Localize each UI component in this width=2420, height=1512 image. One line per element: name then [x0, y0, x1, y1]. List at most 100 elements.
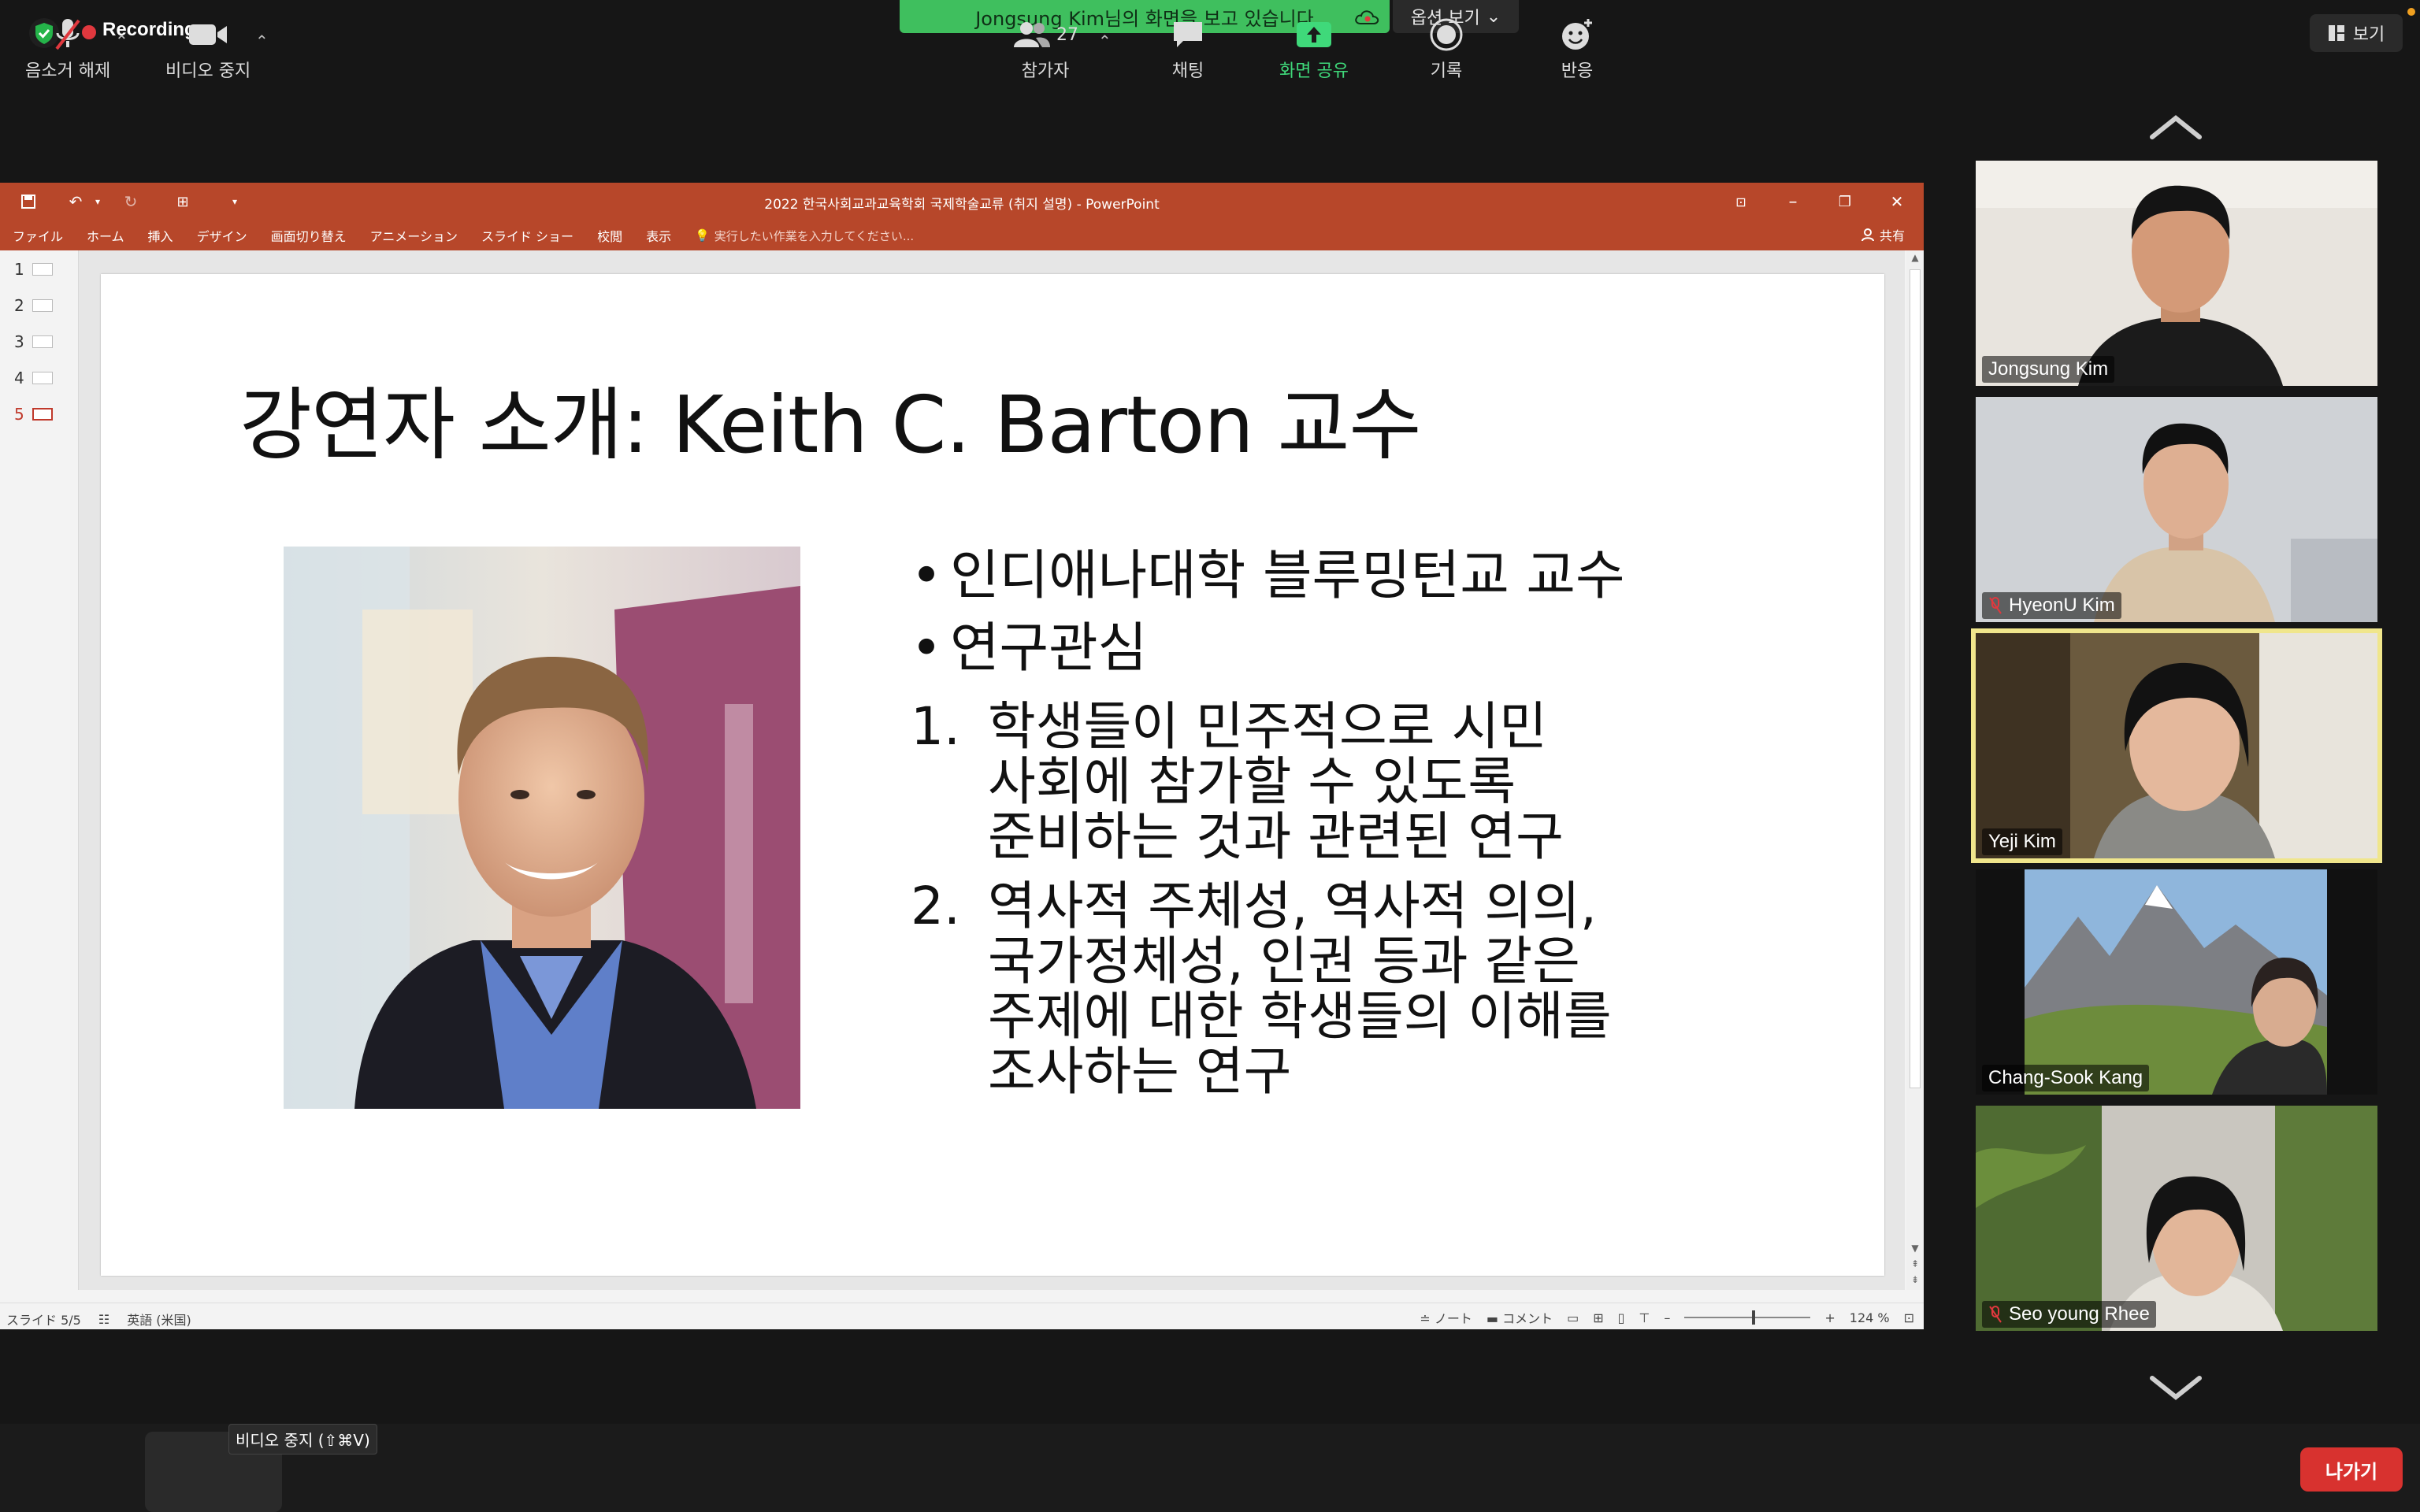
- vertical-scrollbar[interactable]: ▲ ▼ ⇞ ⇟: [1906, 250, 1924, 1290]
- normal-view-icon[interactable]: ▭: [1567, 1310, 1579, 1325]
- reading-view-icon[interactable]: ▯: [1618, 1310, 1625, 1325]
- tab-slideshow[interactable]: スライド ショー: [481, 226, 573, 245]
- participant-tile-active-speaker[interactable]: Yeji Kim: [1971, 628, 2382, 863]
- tab-animations[interactable]: アニメーション: [370, 226, 458, 245]
- gallery-down-chevron-icon[interactable]: [2147, 1372, 2204, 1403]
- audio-options-chevron-icon[interactable]: ⌃: [115, 32, 128, 50]
- notification-dot: [2407, 8, 2415, 16]
- language-indicator[interactable]: 英語 (米国): [127, 1310, 191, 1329]
- slide-preview: [32, 372, 53, 384]
- tab-design[interactable]: デザイン: [197, 226, 247, 245]
- participant-tile[interactable]: Jongsung Kim: [1976, 161, 2377, 386]
- restore-icon[interactable]: ❐: [1826, 189, 1864, 214]
- participant-tile[interactable]: HyeonU Kim: [1976, 397, 2377, 622]
- slide-thumbnail[interactable]: 3: [14, 331, 61, 353]
- speaker-portrait-photo: [284, 547, 800, 1109]
- ppt-status-bar: スライド 5/5 ☷ 英語 (米国) ≐ ノート ▬ コメント ▭ ⊞ ▯ ⊤ …: [0, 1303, 1924, 1329]
- participant-name: Jongsung Kim: [1988, 358, 2109, 380]
- slideshow-view-icon[interactable]: ⊤: [1639, 1310, 1650, 1325]
- tell-me-search[interactable]: 💡 実行したい作業を入力してください...: [695, 228, 914, 244]
- spellcheck-icon[interactable]: ☷: [98, 1312, 109, 1327]
- scrollbar-thumb[interactable]: [1910, 269, 1921, 1088]
- reactions-button[interactable]: 반응: [1555, 17, 1599, 82]
- participant-name-tag: Yeji Kim: [1982, 828, 2062, 855]
- notes-icon: ≐: [1420, 1311, 1435, 1326]
- view-layout-button[interactable]: 보기: [2310, 14, 2403, 52]
- microphone-muted-icon: [55, 19, 80, 50]
- zoom-out-icon[interactable]: –: [1664, 1310, 1670, 1325]
- ppt-ribbon: ファイル ホーム 挿入 デザイン 画面切り替え アニメーション スライド ショー…: [0, 220, 1924, 250]
- scroll-up-icon[interactable]: ▲: [1906, 252, 1924, 263]
- view-layout-label: 보기: [2352, 25, 2385, 45]
- numbered-item: 2. 역사적 주체성, 역사적 의의, 국가정체성, 인권 등과 같은 주제에 …: [911, 879, 1840, 1099]
- slide[interactable]: 강연자 소개: Keith C. Barton 교수 • 인디애나대학 블루밍턴…: [101, 274, 1884, 1276]
- slide-thumbnail[interactable]: 1: [14, 258, 61, 280]
- slide-title[interactable]: 강연자 소개: Keith C. Barton 교수: [239, 361, 1421, 475]
- share-screen-button[interactable]: 화면 공유: [1279, 17, 1349, 82]
- slide-thumbnail[interactable]: 2: [14, 295, 61, 317]
- slide-number: 5: [14, 405, 24, 424]
- zoom-slider[interactable]: [1684, 1310, 1811, 1325]
- record-button[interactable]: 기록: [1424, 17, 1468, 82]
- participants-count: 27: [1056, 24, 1078, 45]
- leave-meeting-button[interactable]: 나가기: [2300, 1447, 2403, 1492]
- stop-video-button[interactable]: 비디오 중지: [165, 17, 251, 82]
- item-number: 1.: [911, 696, 960, 757]
- participants-icon: [1014, 22, 1050, 47]
- video-camera-icon: [189, 24, 228, 45]
- slide-body-text[interactable]: 인디애나대학 블루밍턴교 교수 연구관심 1. 학생들이 민주적으로 시민 사회…: [911, 540, 1840, 1099]
- tab-insert[interactable]: 挿入: [148, 226, 173, 245]
- item-line: 조사하는 연구: [988, 1041, 1292, 1102]
- comment-icon: ▬: [1486, 1311, 1503, 1326]
- tell-me-placeholder: 実行したい作業を入力してください...: [714, 228, 915, 243]
- microphone-muted-icon: [1989, 1306, 2002, 1323]
- scroll-down-icon[interactable]: ▼: [1906, 1243, 1924, 1254]
- tab-review[interactable]: 校閲: [597, 226, 622, 245]
- cloud-icon: [1355, 10, 1379, 24]
- lightbulb-icon: 💡: [695, 228, 710, 243]
- participant-tile[interactable]: Seo young Rhee: [1976, 1106, 2377, 1331]
- chevron-down-icon: ⌄: [1486, 6, 1501, 27]
- unmute-button[interactable]: 음소거 해제: [25, 17, 110, 82]
- item-number: 2.: [911, 876, 960, 936]
- participant-name: Seo young Rhee: [2009, 1303, 2150, 1325]
- participant-video: [1976, 397, 2377, 622]
- zoom-in-icon[interactable]: +: [1824, 1310, 1835, 1325]
- slide-thumbnail-pane: 1 2 3 4 5: [0, 250, 79, 1290]
- notes-label: ノート: [1434, 1311, 1472, 1326]
- chat-bubble-icon: [1174, 22, 1202, 47]
- item-line: 학생들이 민주적으로 시민: [988, 696, 1547, 757]
- slide-sorter-icon[interactable]: ⊞: [1593, 1310, 1603, 1325]
- fit-to-window-icon[interactable]: ⊡: [1904, 1310, 1914, 1325]
- zoom-level[interactable]: 124 %: [1850, 1310, 1890, 1325]
- record-icon: [1430, 18, 1463, 51]
- slide-number: 3: [14, 332, 24, 351]
- slide-number: 4: [14, 369, 24, 387]
- notes-button[interactable]: ≐ ノート: [1420, 1308, 1472, 1327]
- participants-button[interactable]: 27 참가자: [1010, 17, 1081, 82]
- tab-file[interactable]: ファイル: [13, 226, 63, 245]
- minimize-icon[interactable]: –: [1774, 189, 1812, 214]
- slide-thumbnail[interactable]: 4: [14, 367, 61, 389]
- next-slide-icon[interactable]: ⇟: [1906, 1274, 1924, 1285]
- share-screen-label: 화면 공유: [1279, 61, 1349, 81]
- tab-view[interactable]: 表示: [646, 226, 671, 245]
- zoom-slider-knob[interactable]: [1752, 1310, 1756, 1325]
- tab-transitions[interactable]: 画面切り替え: [271, 226, 347, 245]
- participant-video: [1976, 1106, 2377, 1331]
- previous-slide-icon[interactable]: ⇞: [1906, 1258, 1924, 1269]
- participants-options-chevron-icon[interactable]: ⌃: [1098, 32, 1112, 50]
- chat-button[interactable]: 채팅: [1166, 17, 1210, 82]
- video-options-chevron-icon[interactable]: ⌃: [255, 32, 269, 50]
- slide-thumbnail-active[interactable]: 5: [14, 403, 61, 425]
- tab-home[interactable]: ホーム: [87, 226, 124, 245]
- participant-tile[interactable]: Chang-Sook Kang: [1976, 869, 2377, 1095]
- unmute-label: 음소거 해제: [25, 61, 111, 81]
- comments-button[interactable]: ▬ コメント: [1487, 1308, 1553, 1327]
- close-icon[interactable]: ✕: [1878, 189, 1916, 214]
- comments-label: コメント: [1502, 1311, 1553, 1326]
- stop-video-label: 비디오 중지: [165, 61, 251, 81]
- ribbon-display-icon[interactable]: ⊡: [1722, 189, 1760, 214]
- ppt-share-button[interactable]: 共有: [1861, 225, 1905, 244]
- gallery-up-chevron-icon[interactable]: [2147, 112, 2204, 143]
